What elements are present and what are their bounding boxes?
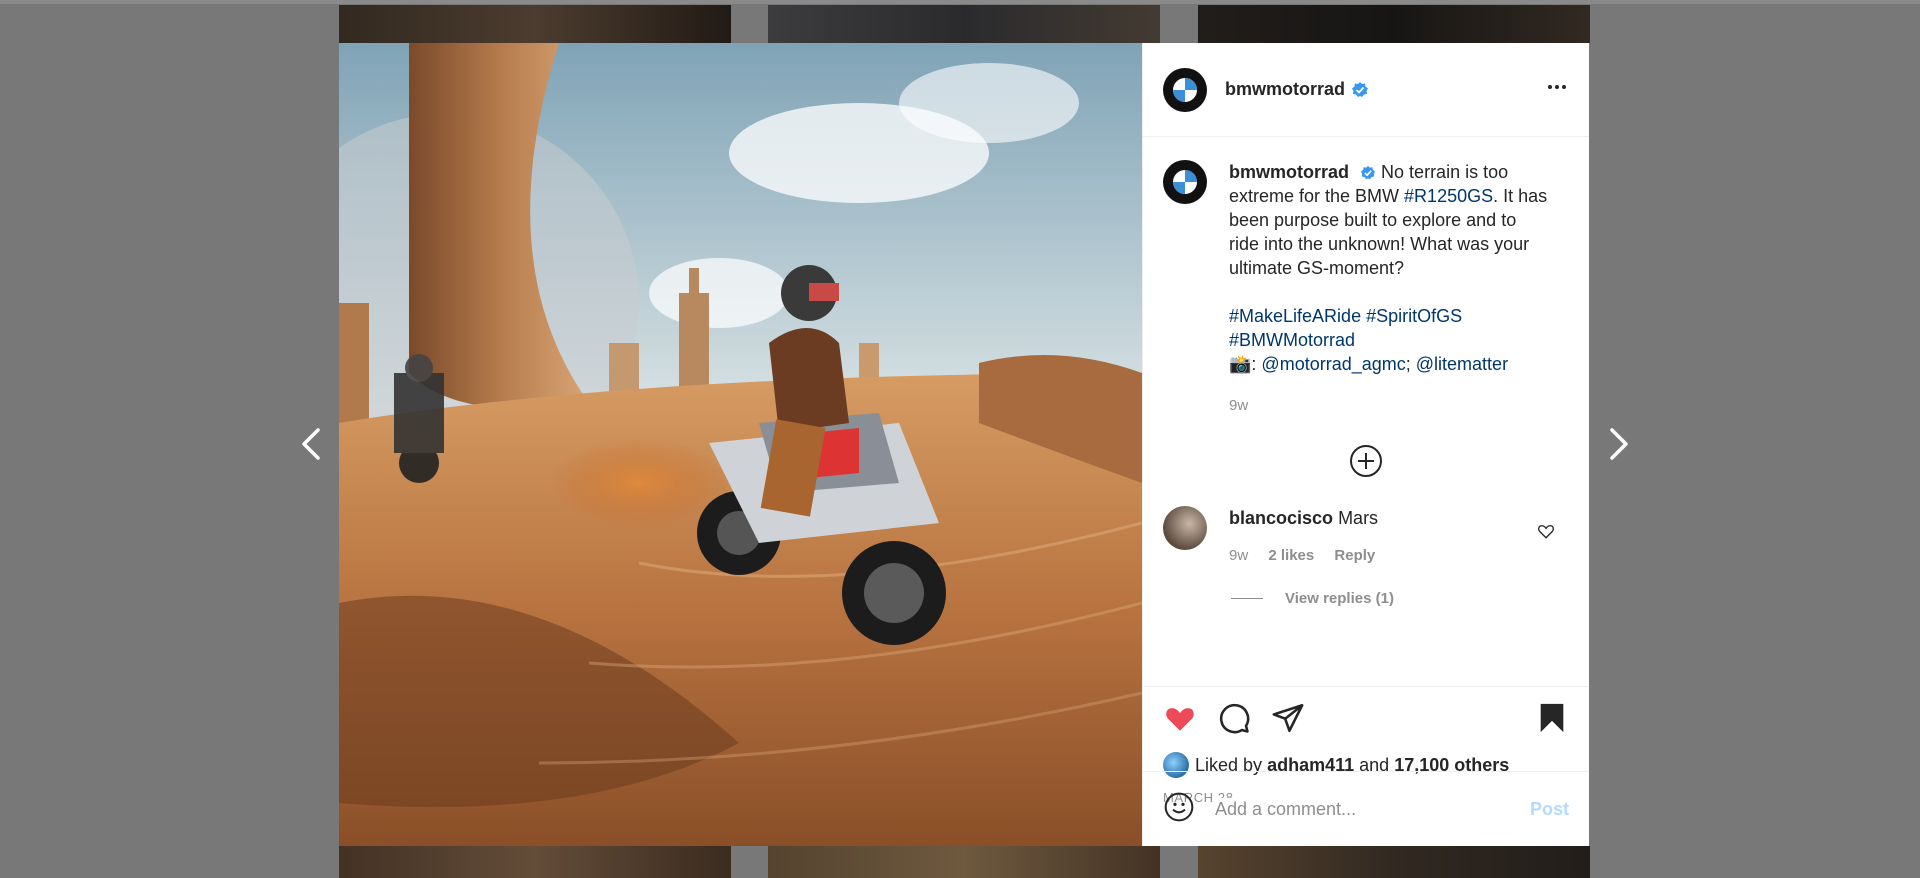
verified-icon xyxy=(1360,166,1376,180)
grid-thumbnail[interactable] xyxy=(339,5,731,43)
hashtag-link[interactable]: #BMWMotorrad xyxy=(1229,330,1355,350)
next-post-button[interactable] xyxy=(1598,424,1638,464)
more-options-button[interactable] xyxy=(1545,75,1569,104)
avatar[interactable] xyxy=(1163,67,1207,112)
avatar[interactable] xyxy=(1163,506,1207,550)
chevron-left-icon xyxy=(302,428,320,460)
caption-text: bmwmotorrad No terrain is too extreme fo… xyxy=(1229,160,1549,418)
bmw-logo-icon xyxy=(1166,70,1204,109)
caption-username[interactable]: bmwmotorrad xyxy=(1229,162,1349,182)
hashtag-link[interactable]: #MakeLifeARide xyxy=(1229,306,1361,326)
comment-meta: 9w 2 likes Reply xyxy=(1229,544,1391,568)
post-comment-button[interactable]: Post xyxy=(1530,799,1569,820)
grid-thumbnail[interactable] xyxy=(339,846,731,878)
load-more-comments-button[interactable] xyxy=(1143,444,1589,478)
grid-thumbnail[interactable] xyxy=(768,5,1160,43)
verified-icon xyxy=(1352,81,1369,97)
post-header: bmwmotorrad xyxy=(1143,43,1589,137)
save-button[interactable] xyxy=(1535,701,1569,740)
photo-credit-prefix: 📸: xyxy=(1229,354,1262,374)
plus-circle-icon xyxy=(1350,445,1382,477)
more-icon xyxy=(1548,85,1566,89)
post-modal: bmwmotorrad bmwmotorrad No terrain is to… xyxy=(339,43,1589,846)
bookmark-icon xyxy=(1540,703,1564,733)
emoji-icon xyxy=(1164,792,1194,821)
comment-body: blancocisco Mars 9w 2 likes Reply xyxy=(1229,506,1391,568)
grid-thumbnail[interactable] xyxy=(1198,5,1590,43)
previous-post-button[interactable] xyxy=(292,424,332,464)
comment-item: blancocisco Mars 9w 2 likes Reply xyxy=(1143,478,1589,568)
separator: ; xyxy=(1405,354,1416,374)
mention-link[interactable]: @litematter xyxy=(1416,354,1508,374)
heart-icon xyxy=(1166,708,1194,731)
bmw-logo-icon xyxy=(1166,163,1204,201)
post-image[interactable] xyxy=(339,43,1142,846)
chevron-right-icon xyxy=(1610,428,1628,460)
like-button[interactable] xyxy=(1163,701,1197,740)
grid-thumbnail[interactable] xyxy=(768,846,1160,878)
comment-input[interactable] xyxy=(1213,797,1530,821)
hashtag-link[interactable]: #R1250GS xyxy=(1404,186,1493,206)
reply-button[interactable]: Reply xyxy=(1334,547,1375,564)
motorcycle-desert-photo xyxy=(339,43,1142,846)
comment-likes[interactable]: 2 likes xyxy=(1268,547,1314,564)
replies-divider xyxy=(1231,598,1263,599)
share-icon xyxy=(1272,703,1304,733)
action-icons xyxy=(1163,701,1569,740)
comment-button[interactable] xyxy=(1217,701,1251,740)
top-divider xyxy=(0,0,1920,4)
avatar[interactable] xyxy=(1163,160,1207,204)
add-comment-bar: Post xyxy=(1143,771,1589,846)
share-button[interactable] xyxy=(1271,701,1305,740)
view-replies-button[interactable]: View replies (1) xyxy=(1231,590,1589,607)
comment-age: 9w xyxy=(1229,547,1249,564)
post-caption: bmwmotorrad No terrain is too extreme fo… xyxy=(1143,138,1589,418)
like-comment-button[interactable] xyxy=(1537,522,1555,545)
post-sidebar: bmwmotorrad bmwmotorrad No terrain is to… xyxy=(1142,43,1589,846)
comment-text: Mars xyxy=(1338,508,1379,528)
comment-username[interactable]: blancocisco xyxy=(1229,508,1333,528)
author-username[interactable]: bmwmotorrad xyxy=(1225,79,1345,100)
hashtag-link[interactable]: #SpiritOfGS xyxy=(1366,306,1462,326)
comments-section[interactable]: bmwmotorrad No terrain is too extreme fo… xyxy=(1143,138,1589,686)
emoji-button[interactable] xyxy=(1163,791,1195,828)
grid-thumbnail[interactable] xyxy=(1198,846,1590,878)
mention-link[interactable]: @motorrad_agmc xyxy=(1261,354,1405,374)
comment-icon xyxy=(1219,703,1250,734)
heart-outline-icon xyxy=(1538,525,1554,539)
caption-age: 9w xyxy=(1229,397,1249,414)
view-replies-label: View replies (1) xyxy=(1285,590,1394,607)
